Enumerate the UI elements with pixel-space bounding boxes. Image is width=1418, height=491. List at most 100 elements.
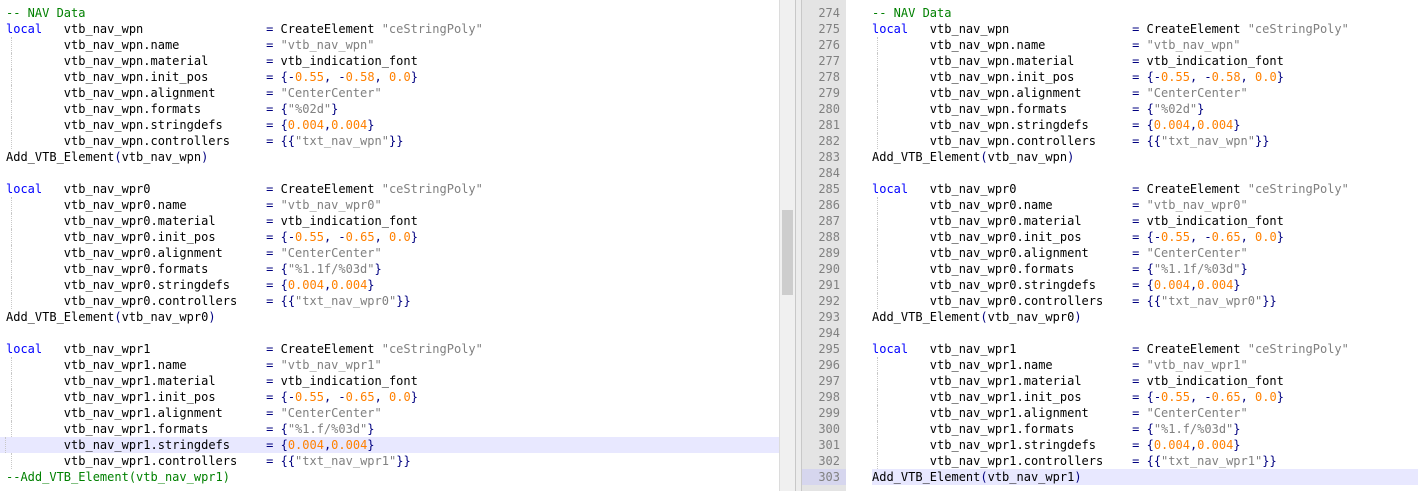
code-token: "CenterCenter" — [1146, 406, 1248, 420]
left-code-line[interactable]: vtb_nav_wpn.init_pos = {-0.55, -0.58, 0.… — [6, 69, 779, 85]
pane-splitter[interactable] — [795, 0, 802, 491]
code-token: vtb_nav_wpn.stringdefs — [872, 118, 1133, 132]
code-token: "%02d" — [1153, 102, 1198, 116]
left-code-line[interactable]: vtb_nav_wpr1.alignment = "CenterCenter" — [6, 405, 779, 421]
left-code-line[interactable]: vtb_nav_wpn.formats = {"%02d"} — [6, 101, 779, 117]
right-code-line[interactable]: vtb_nav_wpr0.init_pos = {-0.55, -0.65, 0… — [872, 229, 1418, 245]
left-code-line[interactable]: vtb_nav_wpn.stringdefs = {0.004,0.004} — [6, 117, 779, 133]
left-code-line[interactable]: vtb_nav_wpr0.name = "vtb_nav_wpr0" — [6, 197, 779, 213]
code-token: - — [338, 230, 346, 244]
left-code-line[interactable]: vtb_nav_wpr0.material = vtb_indication_f… — [6, 213, 779, 229]
left-code-line[interactable]: Add_VTB_Element(vtb_nav_wpn) — [6, 149, 779, 165]
left-code-line[interactable]: vtb_nav_wpr1.controllers = {{"txt_nav_wp… — [6, 453, 779, 469]
left-code-line[interactable]: -- NAV Data — [6, 5, 779, 21]
right-code-line[interactable]: vtb_nav_wpn.stringdefs = {0.004,0.004} — [872, 117, 1418, 133]
left-code-line[interactable]: vtb_nav_wpn.controllers = {{"txt_nav_wpn… — [6, 133, 779, 149]
right-code-line[interactable]: vtb_nav_wpr0.material = vtb_indication_f… — [872, 213, 1418, 229]
right-code-line[interactable]: vtb_nav_wpr1.formats = {"%1.f/%03d"} — [872, 421, 1418, 437]
left-scrollbar-thumb[interactable] — [782, 210, 793, 295]
left-code-line[interactable]: vtb_nav_wpr1.material = vtb_indication_f… — [6, 373, 779, 389]
code-token: { — [280, 278, 288, 292]
code-token: vtb_nav_wpn.formats — [872, 102, 1133, 116]
right-code-line[interactable]: vtb_nav_wpr0.alignment = "CenterCenter" — [872, 245, 1418, 261]
right-editor-pane[interactable]: -- NAV Data local vtb_nav_wpn = CreateEle… — [872, 0, 1418, 491]
right-code-line[interactable]: vtb_nav_wpr0.formats = {"%1.1f/%03d"} — [872, 261, 1418, 277]
left-code-line[interactable]: vtb_nav_wpr1.name = "vtb_nav_wpr1" — [6, 357, 779, 373]
right-code-line[interactable]: vtb_nav_wpn.name = "vtb_nav_wpn" — [872, 37, 1418, 53]
code-token: vtb_indication_font — [273, 214, 418, 228]
left-code-line[interactable]: vtb_nav_wpr0.stringdefs = {0.004,0.004} — [6, 277, 779, 293]
right-code-line[interactable]: vtb_nav_wpr1.material = vtb_indication_f… — [872, 373, 1418, 389]
right-code-line[interactable]: vtb_nav_wpn.material = vtb_indication_fo… — [872, 53, 1418, 69]
indent-guide — [877, 437, 878, 453]
code-token: Add_VTB_Element — [6, 310, 115, 324]
right-code-line[interactable]: vtb_nav_wpn.formats = {"%02d"} — [872, 101, 1418, 117]
right-code-line[interactable]: vtb_nav_wpn.alignment = "CenterCenter" — [872, 85, 1418, 101]
right-code-line[interactable]: local vtb_nav_wpr1 = CreateElement "ceSt… — [872, 341, 1418, 357]
right-code-line[interactable]: -- NAV Data — [872, 5, 1418, 21]
right-code-line[interactable]: vtb_nav_wpr1.stringdefs = {0.004,0.004} — [872, 437, 1418, 453]
code-token: vtb_nav_wpr — [872, 438, 1010, 452]
right-code-line[interactable]: vtb_nav_wpr1.controllers = {{"txt_nav_wp… — [872, 453, 1418, 469]
code-token: } — [1233, 422, 1241, 436]
code-token: 1 — [143, 422, 151, 436]
left-code-line[interactable]: Add_VTB_Element(vtb_nav_wpr0) — [6, 309, 779, 325]
code-token: } — [1269, 454, 1277, 468]
left-code-line[interactable]: vtb_nav_wpr1.init_pos = {-0.55, -0.65, 0… — [6, 389, 779, 405]
left-code-line[interactable] — [6, 325, 779, 341]
right-code-line[interactable]: local vtb_nav_wpr0 = CreateElement "ceSt… — [872, 181, 1418, 197]
left-code-line[interactable]: vtb_nav_wpr0.formats = {"%1.1f/%03d"} — [6, 261, 779, 277]
right-code-line[interactable]: vtb_nav_wpr0.name = "vtb_nav_wpr0" — [872, 197, 1418, 213]
code-token: 0 — [1009, 230, 1017, 244]
right-code-line[interactable]: vtb_nav_wpr1.name = "vtb_nav_wpr1" — [872, 357, 1418, 373]
right-code-line[interactable]: Add_VTB_Element(vtb_nav_wpn) — [872, 149, 1418, 165]
right-code-line[interactable]: vtb_nav_wpn.controllers = {{"txt_nav_wpn… — [872, 133, 1418, 149]
code-token: - — [1153, 390, 1162, 404]
left-code-line[interactable]: vtb_nav_wpn.name = "vtb_nav_wpn" — [6, 37, 779, 53]
code-token: vtb_indication_font — [273, 54, 418, 68]
code-token: 1 — [143, 390, 151, 404]
right-code-line[interactable]: Add_VTB_Element(vtb_nav_wpr0) — [872, 309, 1418, 325]
code-token: 1 — [143, 358, 151, 372]
code-token: 1 — [143, 438, 151, 452]
left-vertical-scrollbar[interactable] — [779, 0, 795, 491]
code-token: vtb_nav_wpr — [6, 406, 144, 420]
code-token: 0 — [143, 278, 151, 292]
left-code-line[interactable]: vtb_nav_wpr1.formats = {"%1.f/%03d"} — [6, 421, 779, 437]
left-code-line[interactable]: vtb_nav_wpr0.init_pos = {-0.55, -0.65, 0… — [6, 229, 779, 245]
left-code-line[interactable] — [6, 165, 779, 181]
left-code-line[interactable]: vtb_nav_wpn.material = vtb_indication_fo… — [6, 53, 779, 69]
code-token: { — [1146, 134, 1154, 148]
right-code-line[interactable]: vtb_nav_wpn.init_pos = {-0.55, -0.58, 0.… — [872, 69, 1418, 85]
left-editor-pane[interactable]: -- NAV Data local vtb_nav_wpn = CreateEle… — [0, 0, 779, 491]
left-code-line[interactable]: vtb_nav_wpr0.alignment = "CenterCenter" — [6, 245, 779, 261]
right-code-line[interactable]: Add_VTB_Element(vtb_nav_wpr1) — [872, 469, 1418, 485]
left-code-line[interactable]: vtb_nav_wpr0.controllers = {{"txt_nav_wp… — [6, 293, 779, 309]
indent-guide — [877, 373, 878, 389]
code-token: .controllers — [150, 294, 267, 308]
right-code-line[interactable]: vtb_nav_wpr0.controllers = {{"txt_nav_wp… — [872, 293, 1418, 309]
left-code-line[interactable]: local vtb_nav_wpr1 = CreateElement "ceSt… — [6, 341, 779, 357]
right-code-line[interactable]: vtb_nav_wpr1.init_pos = {-0.55, -0.65, 0… — [872, 389, 1418, 405]
left-code-lines[interactable]: -- NAV Data local vtb_nav_wpn = CreateEle… — [0, 5, 779, 485]
left-code-line[interactable]: local vtb_nav_wpr0 = CreateElement "ceSt… — [6, 181, 779, 197]
left-code-line[interactable]: local vtb_nav_wpn = CreateElement "ceStr… — [6, 21, 779, 37]
code-token: .formats — [150, 422, 267, 436]
right-code-line[interactable] — [872, 325, 1418, 341]
right-code-lines[interactable]: -- NAV Data local vtb_nav_wpn = CreateEle… — [872, 5, 1418, 485]
code-token: vtb_nav_wpr — [872, 278, 1010, 292]
indent-guide — [877, 117, 878, 133]
left-code-line[interactable]: vtb_nav_wpn.alignment = "CenterCenter" — [6, 85, 779, 101]
right-code-line[interactable]: local vtb_nav_wpn = CreateElement "ceStr… — [872, 21, 1418, 37]
right-code-line[interactable]: vtb_nav_wpr1.alignment = "CenterCenter" — [872, 405, 1418, 421]
right-code-line[interactable]: vtb_nav_wpr0.stringdefs = {0.004,0.004} — [872, 277, 1418, 293]
code-token: 0 — [1009, 182, 1017, 196]
right-code-line[interactable] — [872, 165, 1418, 181]
left-code-line[interactable]: --Add_VTB_Element(vtb_nav_wpr1) — [6, 469, 779, 485]
left-code-line[interactable]: vtb_nav_wpr1.stringdefs = {0.004,0.004} — [0, 437, 779, 453]
